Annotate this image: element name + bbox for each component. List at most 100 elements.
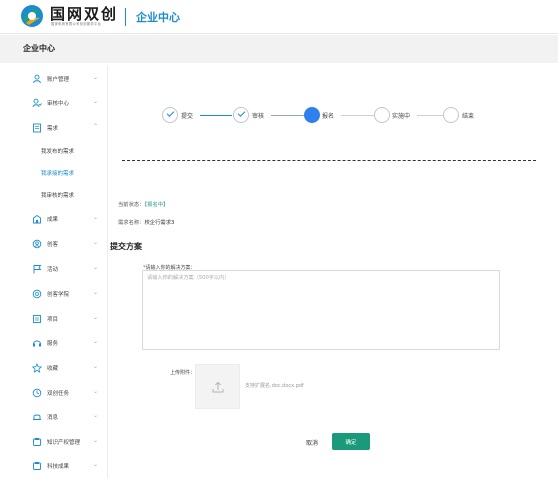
chevron-down-icon: ⌄ [93, 98, 99, 105]
upload-icon [212, 381, 224, 393]
sidebar-item-academy[interactable]: 创客学院 ⌄ [23, 285, 108, 303]
step-label-signup: 报名 [322, 113, 335, 120]
project-icon [33, 315, 41, 323]
sidebar-subitem-reviewed[interactable]: 我审核的需求 [23, 187, 108, 203]
sidebar-item-label: 知识产权管理 [47, 440, 81, 446]
sidebar-subitem-published[interactable]: 我发布的需求 [23, 143, 108, 159]
sidebar-item-favorites[interactable]: 收藏 ⌄ [23, 359, 108, 377]
flag-icon [33, 265, 42, 274]
solution-textarea[interactable] [142, 270, 500, 350]
step-end-icon [443, 107, 459, 123]
sidebar: 账户管理 ⌄ 审核中心 ⌄ 需求 ⌃ 我发布的需求 我承接的需求 我审核的需求 … [23, 66, 108, 478]
sidebar-subitem-label: 我发布的需求 [41, 149, 75, 155]
step-label-implementing: 实施中 [392, 113, 411, 120]
chevron-down-icon: ⌄ [93, 437, 99, 444]
step-implementing-icon [374, 107, 390, 123]
demand-name-row: 需求名称：校企行需求3 [118, 218, 174, 226]
sidebar-subitem-undertaken[interactable]: 我承接的需求 [23, 165, 108, 181]
step-label-submit: 提交 [181, 113, 194, 120]
chevron-down-icon: ⌄ [93, 461, 99, 468]
status-row: 当前状态：【报名中】 [118, 200, 168, 208]
sidebar-item-label: 审核中心 [47, 101, 70, 107]
step-label-end: 结束 [462, 113, 475, 120]
logo-subtitle: 国家电网有限公司双创服务平台 [51, 22, 102, 26]
sidebar-item-tech[interactable]: 科技成果 ⌄ [23, 457, 108, 475]
sidebar-item-label: 创客学院 [47, 292, 70, 298]
dashed-divider [122, 160, 536, 161]
sidebar-item-messages[interactable]: 消息 ⌄ [23, 408, 108, 426]
page-title-band: 企业中心 [0, 35, 558, 63]
step-connector [417, 115, 443, 116]
progress-steps: 提交 审核 报名 实施中 结束 [158, 107, 498, 127]
sidebar-item-label: 活动 [47, 267, 59, 273]
sidebar-item-label: 项目 [47, 317, 59, 323]
sidebar-item-label: 收藏 [47, 366, 59, 372]
sidebar-item-tasks[interactable]: 双创任务 ⌄ [23, 384, 108, 402]
service-icon [33, 340, 41, 347]
step-label-review: 审核 [252, 113, 265, 120]
star-icon [32, 363, 42, 373]
header-section-title[interactable]: 企业中心 [136, 9, 180, 25]
demand-name-value: 校企行需求3 [144, 220, 175, 226]
chevron-down-icon: ⌄ [93, 214, 99, 221]
sidebar-item-projects[interactable]: 项目 ⌄ [23, 310, 108, 328]
chevron-down-icon: ⌄ [93, 338, 99, 345]
sidebar-item-label: 科技成果 [47, 464, 70, 470]
logo-icon[interactable] [20, 4, 44, 28]
status-label: 当前状态： [118, 202, 145, 208]
sidebar-item-ip[interactable]: 知识产权管理 ⌄ [23, 433, 108, 451]
step-signup-current-icon [304, 107, 320, 123]
step-connector [200, 115, 232, 116]
sidebar-item-label: 消息 [47, 415, 59, 421]
chevron-down-icon: ⌄ [93, 388, 99, 395]
sidebar-subitem-label: 我审核的需求 [41, 193, 75, 199]
ip-icon [33, 438, 41, 446]
sidebar-item-label: 双创任务 [47, 391, 70, 397]
step-connector [341, 115, 374, 116]
chevron-down-icon: ⌄ [93, 314, 99, 321]
confirm-button[interactable]: 确定 [332, 433, 370, 450]
status-badge: 【报名中】 [144, 202, 169, 208]
sidebar-item-account[interactable]: 账户管理 ⌄ [23, 70, 108, 88]
cancel-button[interactable]: 取消 [298, 434, 326, 450]
bell-icon [33, 414, 41, 420]
building-icon [33, 214, 41, 224]
chevron-down-icon: ⌄ [93, 363, 99, 370]
section-title: 提交方案 [110, 242, 142, 251]
sidebar-item-demand[interactable]: 需求 ⌃ [23, 119, 108, 137]
step-submit-check-icon [162, 107, 178, 123]
upload-hint: 支持扩展名.doc.docx.pdf [245, 383, 304, 389]
step-review-check-icon [233, 107, 249, 123]
page-title: 企业中心 [23, 44, 55, 53]
sidebar-item-label: 账户管理 [47, 77, 70, 83]
upload-label: 上传附件： [170, 370, 196, 376]
audit-icon [32, 98, 42, 108]
sidebar-item-label: 需求 [47, 126, 59, 132]
header-divider [125, 8, 126, 26]
chevron-down-icon: ⌄ [93, 239, 99, 246]
chevron-up-icon: ⌃ [93, 123, 99, 130]
sidebar-item-activities[interactable]: 活动 ⌄ [23, 260, 108, 278]
chevron-down-icon: ⌄ [93, 264, 99, 271]
sidebar-subitem-label: 我承接的需求 [41, 171, 75, 177]
chevron-down-icon: ⌄ [93, 74, 99, 81]
sidebar-item-label: 服务 [47, 341, 59, 347]
task-icon [32, 388, 42, 398]
sidebar-item-label: 创客 [47, 242, 59, 248]
academy-icon [32, 289, 42, 299]
tech-icon [33, 462, 41, 470]
step-connector [271, 115, 304, 116]
document-icon [33, 123, 41, 133]
demand-name-label: 需求名称： [118, 220, 145, 226]
top-header: 国网双创 国家电网有限公司双创服务平台 企业中心 [0, 0, 558, 34]
sidebar-item-audit[interactable]: 审核中心 ⌄ [23, 94, 108, 112]
sidebar-item-results[interactable]: 成果 ⌄ [23, 210, 108, 228]
chevron-down-icon: ⌄ [93, 412, 99, 419]
sidebar-item-label: 成果 [47, 217, 59, 223]
maker-icon [32, 239, 42, 249]
sidebar-item-makers[interactable]: 创客 ⌄ [23, 235, 108, 253]
user-icon [33, 74, 41, 84]
sidebar-item-services[interactable]: 服务 ⌄ [23, 334, 108, 352]
upload-button[interactable] [195, 364, 240, 409]
chevron-down-icon: ⌄ [93, 289, 99, 296]
